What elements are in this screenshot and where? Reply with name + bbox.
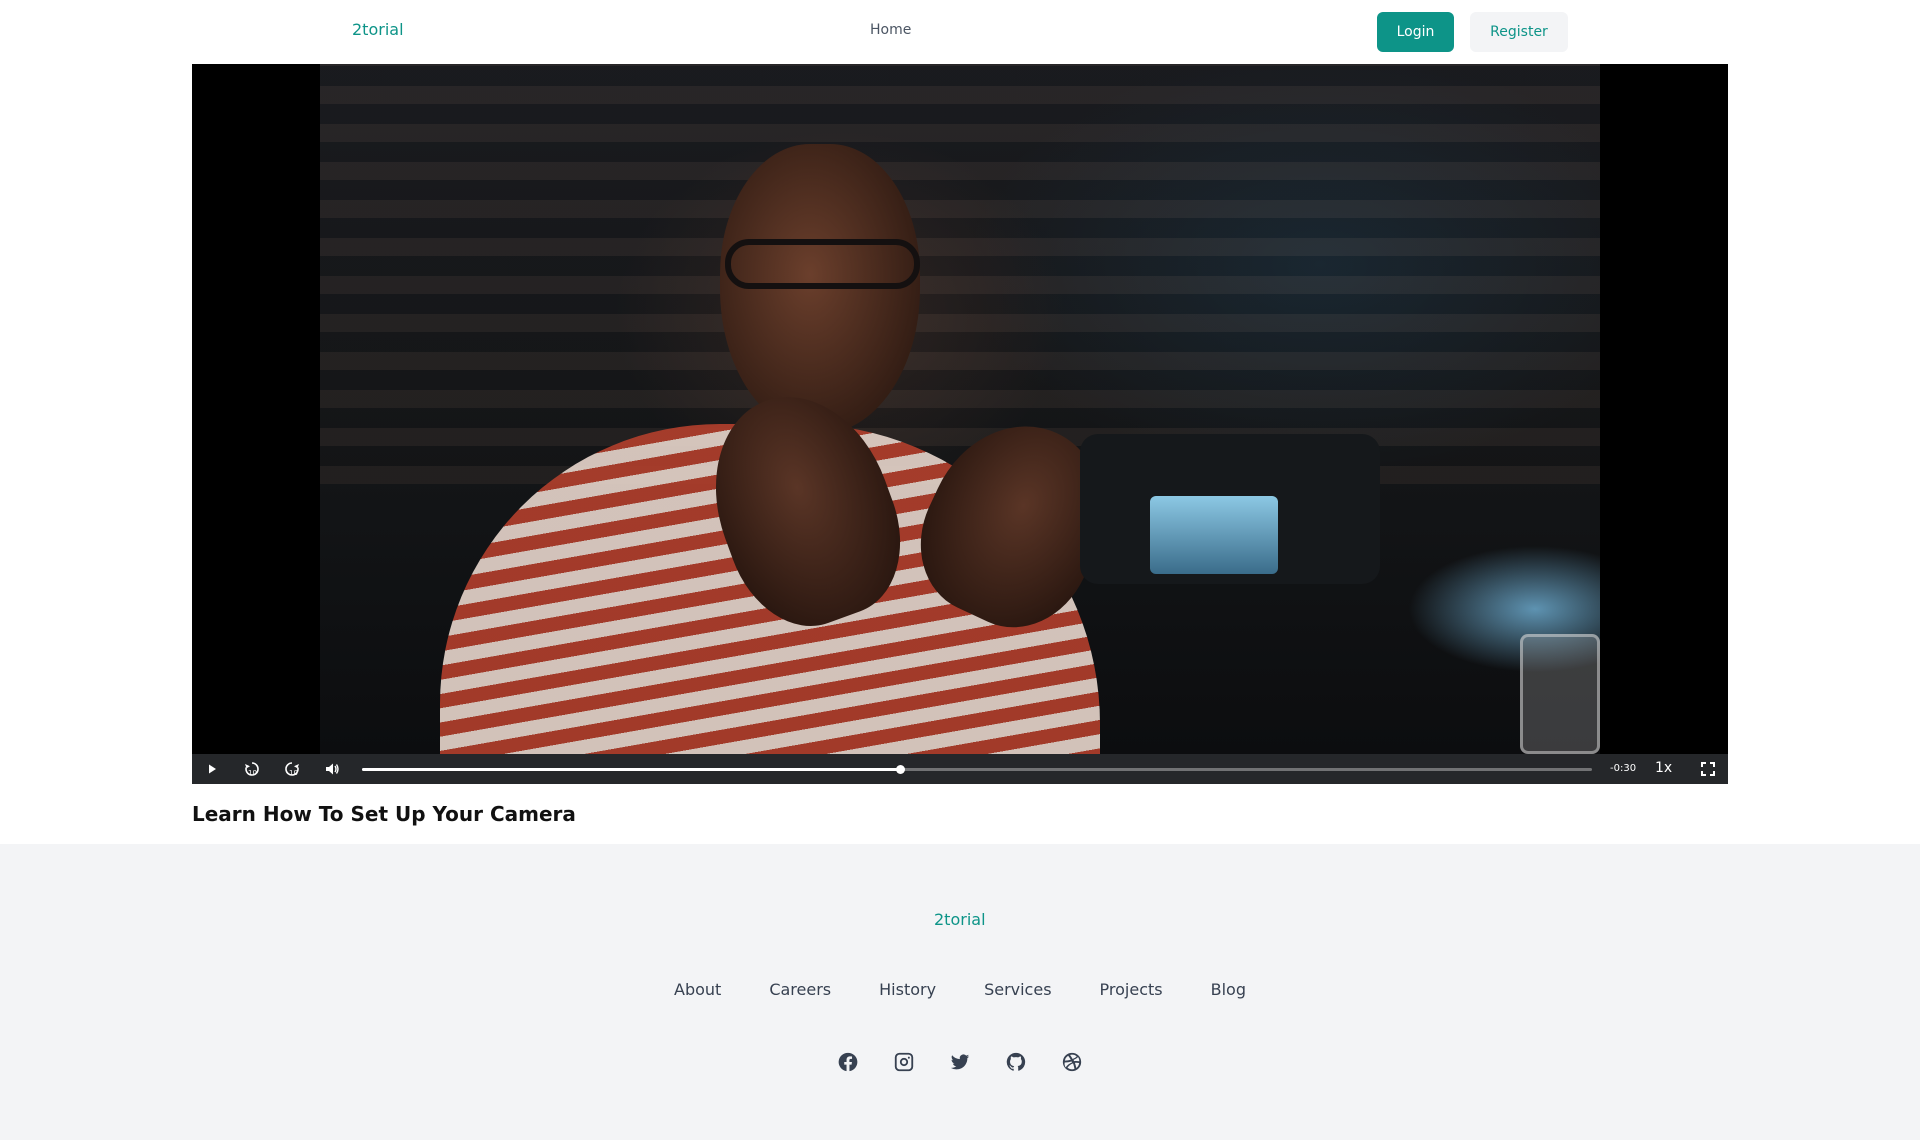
footer-link-careers[interactable]: Careers <box>769 980 831 999</box>
video-player[interactable]: 10 10 -0:30 1x <box>192 64 1728 784</box>
rewind-10-icon[interactable]: 10 <box>236 754 268 784</box>
svg-text:10: 10 <box>289 769 298 777</box>
nav-home-link[interactable]: Home <box>870 22 911 38</box>
footer-link-blog[interactable]: Blog <box>1211 980 1246 999</box>
instagram-icon[interactable] <box>892 1050 916 1074</box>
facebook-icon[interactable] <box>836 1050 860 1074</box>
volume-icon[interactable] <box>316 754 348 784</box>
video-frame[interactable] <box>320 64 1600 754</box>
site-header: 2torial Home Login Register <box>0 0 1920 64</box>
social-links <box>0 1050 1920 1074</box>
github-icon[interactable] <box>1004 1050 1028 1074</box>
twitter-icon[interactable] <box>948 1050 972 1074</box>
time-remaining: -0:30 <box>1610 763 1637 774</box>
progress-fill <box>362 768 900 771</box>
login-button[interactable]: Login <box>1377 12 1454 52</box>
dribbble-icon[interactable] <box>1060 1050 1084 1074</box>
forward-10-icon[interactable]: 10 <box>276 754 308 784</box>
playback-speed-button[interactable]: 1x <box>1655 760 1672 776</box>
progress-thumb[interactable] <box>895 765 905 774</box>
site-footer: 2torial About Careers History Services P… <box>0 844 1920 1140</box>
video-controls-bar: 10 10 -0:30 1x <box>192 754 1728 784</box>
svg-text:10: 10 <box>248 769 257 777</box>
footer-logo-link[interactable]: 2torial <box>934 910 986 929</box>
fullscreen-icon[interactable] <box>1692 754 1724 784</box>
play-icon[interactable] <box>196 754 228 784</box>
footer-nav: About Careers History Services Projects … <box>0 980 1920 999</box>
register-button[interactable]: Register <box>1470 12 1568 52</box>
footer-link-history[interactable]: History <box>879 980 936 999</box>
video-title: Learn How To Set Up Your Camera <box>192 802 576 826</box>
footer-link-about[interactable]: About <box>674 980 721 999</box>
progress-slider[interactable] <box>362 765 1592 774</box>
logo-link[interactable]: 2torial <box>352 20 404 39</box>
footer-link-services[interactable]: Services <box>984 980 1051 999</box>
footer-link-projects[interactable]: Projects <box>1100 980 1163 999</box>
